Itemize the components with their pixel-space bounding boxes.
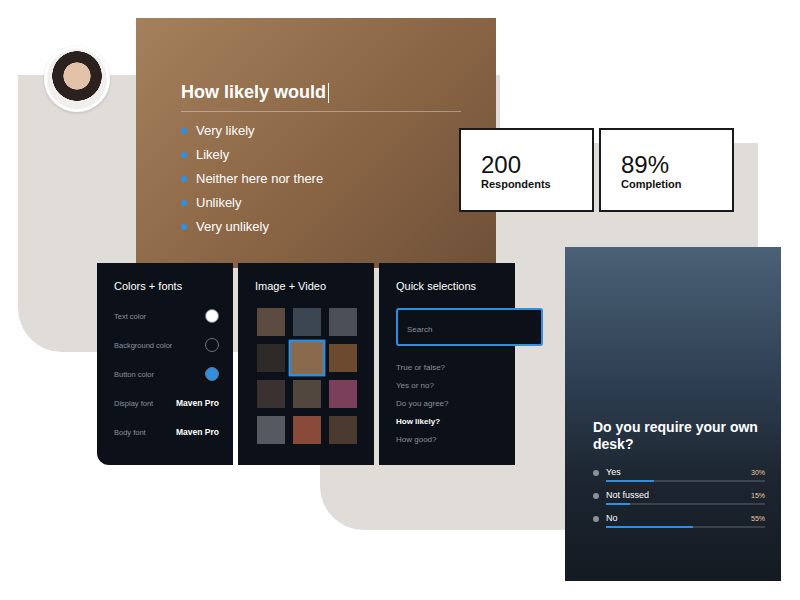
stats: 200 Respondents89% Completion [459, 128, 734, 212]
row-label: Text color [114, 312, 146, 321]
bullet-icon [181, 128, 187, 134]
search-placeholder: Search [407, 325, 432, 334]
thumbnail-grid [257, 308, 360, 444]
thumbnail[interactable] [329, 344, 357, 372]
quick-selection-item[interactable]: Do you agree? [396, 399, 501, 409]
quick-selection-item[interactable]: Yes or no? [396, 381, 501, 391]
question-title: How likely would [181, 82, 326, 103]
quick-selection-item[interactable]: How likely? [396, 417, 501, 427]
bullet-icon [181, 152, 187, 158]
stat-value: 200 [481, 152, 582, 178]
poll-option-percent: 15% [751, 492, 765, 499]
canvas: How likely would Very likely Likely Neit… [0, 0, 800, 600]
bullet-icon [181, 224, 187, 230]
font-value[interactable]: Maven Pro [176, 398, 219, 408]
font-row[interactable]: Body font Maven Pro [114, 424, 219, 440]
thumbnail[interactable] [329, 308, 357, 336]
thumbnail[interactable] [257, 308, 285, 336]
thumbnail[interactable] [293, 416, 321, 444]
color-row[interactable]: Text color [114, 308, 219, 324]
search-field[interactable]: Search [396, 308, 543, 346]
color-swatch[interactable] [205, 309, 219, 323]
question-title-field[interactable]: How likely would [181, 82, 461, 112]
quick-selection-item[interactable]: True or false? [396, 363, 501, 373]
thumbnail[interactable] [293, 380, 321, 408]
thumbnail[interactable] [329, 380, 357, 408]
stat-card: 89% Completion [599, 128, 734, 212]
font-row[interactable]: Display font Maven Pro [114, 395, 219, 411]
answer-option[interactable]: Unlikely [181, 194, 476, 211]
thumbnail[interactable] [257, 380, 285, 408]
row-label: Display font [114, 399, 153, 408]
row-label: Background color [114, 341, 172, 350]
quick-selection-item[interactable]: How good? [396, 435, 501, 445]
bullet-icon [181, 176, 187, 182]
colors-fonts-panel: Colors + fonts Text color Background col… [97, 263, 233, 465]
thumbnail[interactable] [293, 308, 321, 336]
answer-label: Likely [196, 146, 229, 163]
poll-question: Do you require your own desk? [593, 419, 765, 453]
poll-preview: Do you require your own desk? Yes 30% No… [565, 247, 781, 581]
answer-label: Unlikely [196, 194, 242, 211]
radio-icon [593, 470, 599, 476]
question-preview: How likely would Very likely Likely Neit… [136, 18, 496, 268]
panel-title: Quick selections [396, 280, 501, 292]
quick-selections-panel: Quick selections Search True or false? Ye… [379, 263, 515, 465]
color-row[interactable]: Button color [114, 366, 219, 382]
poll-option-label: Not fussed [606, 490, 649, 500]
color-swatch[interactable] [205, 338, 219, 352]
row-label: Button color [114, 370, 154, 379]
stat-value: 89% [621, 152, 722, 178]
poll-option[interactable]: Not fussed 15% [593, 490, 765, 505]
answer-label: Very unlikely [196, 218, 269, 235]
poll-bar-fill [606, 480, 654, 482]
thumbnail[interactable] [329, 416, 357, 444]
poll-bar-fill [606, 526, 693, 528]
answer-option[interactable]: Very likely [181, 122, 476, 139]
bullet-icon [181, 200, 187, 206]
poll-option[interactable]: No 55% [593, 513, 765, 528]
avatar [44, 46, 110, 112]
text-cursor [328, 83, 329, 103]
panel-title: Image + Video [255, 280, 360, 292]
poll-bar-fill [606, 503, 630, 505]
radio-icon [593, 516, 599, 522]
avatar-photo [47, 49, 107, 109]
poll-option[interactable]: Yes 30% [593, 467, 765, 482]
editor-panels: Colors + fonts Text color Background col… [97, 263, 515, 465]
answer-list: Very likely Likely Neither here nor ther… [181, 122, 476, 235]
color-row[interactable]: Background color [114, 337, 219, 353]
poll-option-label: Yes [606, 467, 621, 477]
answer-label: Neither here nor there [196, 170, 323, 187]
poll-option-percent: 55% [751, 515, 765, 522]
poll-option-label: No [606, 513, 618, 523]
stat-label: Completion [621, 178, 722, 190]
color-swatch[interactable] [205, 367, 219, 381]
font-value[interactable]: Maven Pro [176, 427, 219, 437]
stat-card: 200 Respondents [459, 128, 594, 212]
thumbnail[interactable] [291, 342, 323, 374]
radio-icon [593, 493, 599, 499]
stat-label: Respondents [481, 178, 582, 190]
answer-label: Very likely [196, 122, 255, 139]
answer-option[interactable]: Likely [181, 146, 476, 163]
poll-bar [606, 526, 765, 528]
panel-title: Colors + fonts [114, 280, 219, 292]
row-label: Body font [114, 428, 146, 437]
thumbnail[interactable] [257, 416, 285, 444]
poll-bar [606, 503, 765, 505]
answer-option[interactable]: Very unlikely [181, 218, 476, 235]
image-video-panel: Image + Video [238, 263, 374, 465]
thumbnail[interactable] [257, 344, 285, 372]
poll-bar [606, 480, 765, 482]
answer-option[interactable]: Neither here nor there [181, 170, 476, 187]
poll-option-percent: 30% [751, 469, 765, 476]
